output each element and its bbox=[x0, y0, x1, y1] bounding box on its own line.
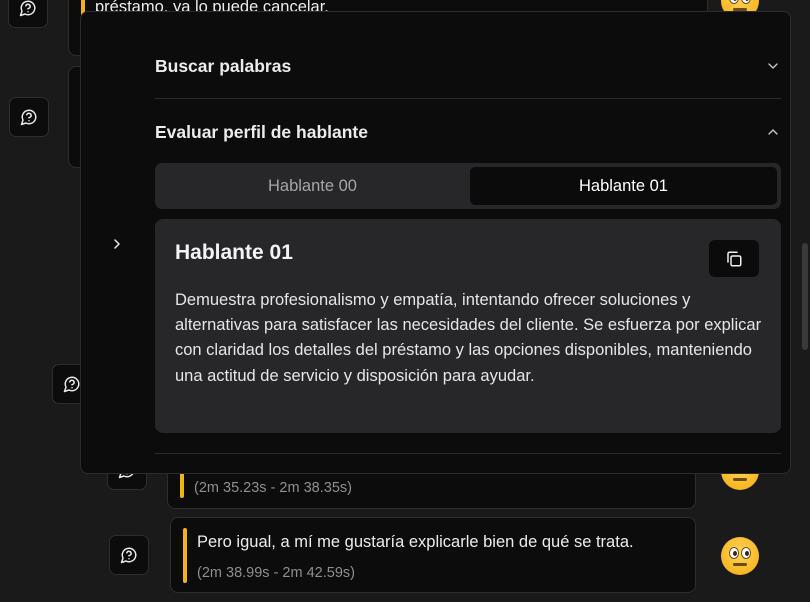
message-circle-question-icon bbox=[20, 109, 37, 126]
message-text: Pero igual, a mí me gustaría explicarle … bbox=[197, 533, 634, 551]
message-circle-question-icon bbox=[120, 547, 137, 564]
copy-icon bbox=[727, 251, 742, 266]
accordion-title: Evaluar perfil de hablante bbox=[155, 121, 368, 142]
divider bbox=[155, 453, 781, 454]
collapse-panel-button[interactable] bbox=[105, 232, 129, 256]
message-action-button[interactable] bbox=[9, 97, 49, 137]
analysis-panel: Buscar palabras Evaluar perfil de hablan… bbox=[80, 11, 791, 474]
speaker-bar bbox=[180, 471, 184, 498]
accordion-search-words[interactable]: Buscar palabras bbox=[155, 33, 781, 99]
tab-hablante-01[interactable]: Hablante 01 bbox=[470, 167, 777, 205]
message-circle-question-icon bbox=[63, 376, 80, 393]
accordion-speaker-profile[interactable]: Evaluar perfil de hablante bbox=[155, 99, 781, 165]
speaker-tabs: Hablante 00 Hablante 01 bbox=[155, 163, 781, 209]
transcript-view: préstamo, ya lo puede cancelar. (2m 35.2… bbox=[0, 0, 810, 602]
copy-button[interactable] bbox=[709, 240, 759, 277]
scrollbar-thumb[interactable] bbox=[802, 243, 808, 350]
profile-title: Hablante 01 bbox=[175, 241, 293, 264]
speaker-bar bbox=[183, 528, 187, 583]
message-timestamp: (2m 35.23s - 2m 38.35s) bbox=[194, 480, 352, 496]
chevron-right-icon bbox=[114, 239, 120, 249]
message-timestamp: (2m 38.99s - 2m 42.59s) bbox=[197, 565, 355, 581]
message-action-button[interactable] bbox=[109, 535, 149, 575]
accordion-title: Buscar palabras bbox=[155, 55, 292, 76]
speaker-profile-card: Hablante 01 Demuestra profesionalismo y … bbox=[155, 219, 781, 433]
chevron-up-icon bbox=[768, 129, 778, 135]
message-action-button[interactable] bbox=[8, 0, 48, 28]
flushed-face-icon bbox=[721, 537, 759, 575]
profile-description: Demuestra profesionalismo y empatía, int… bbox=[175, 291, 762, 385]
message-card: Pero igual, a mí me gustaría explicarle … bbox=[170, 517, 696, 593]
message-circle-question-icon bbox=[19, 0, 36, 17]
chevron-down-icon bbox=[768, 63, 778, 69]
tab-hablante-00[interactable]: Hablante 00 bbox=[159, 167, 466, 205]
